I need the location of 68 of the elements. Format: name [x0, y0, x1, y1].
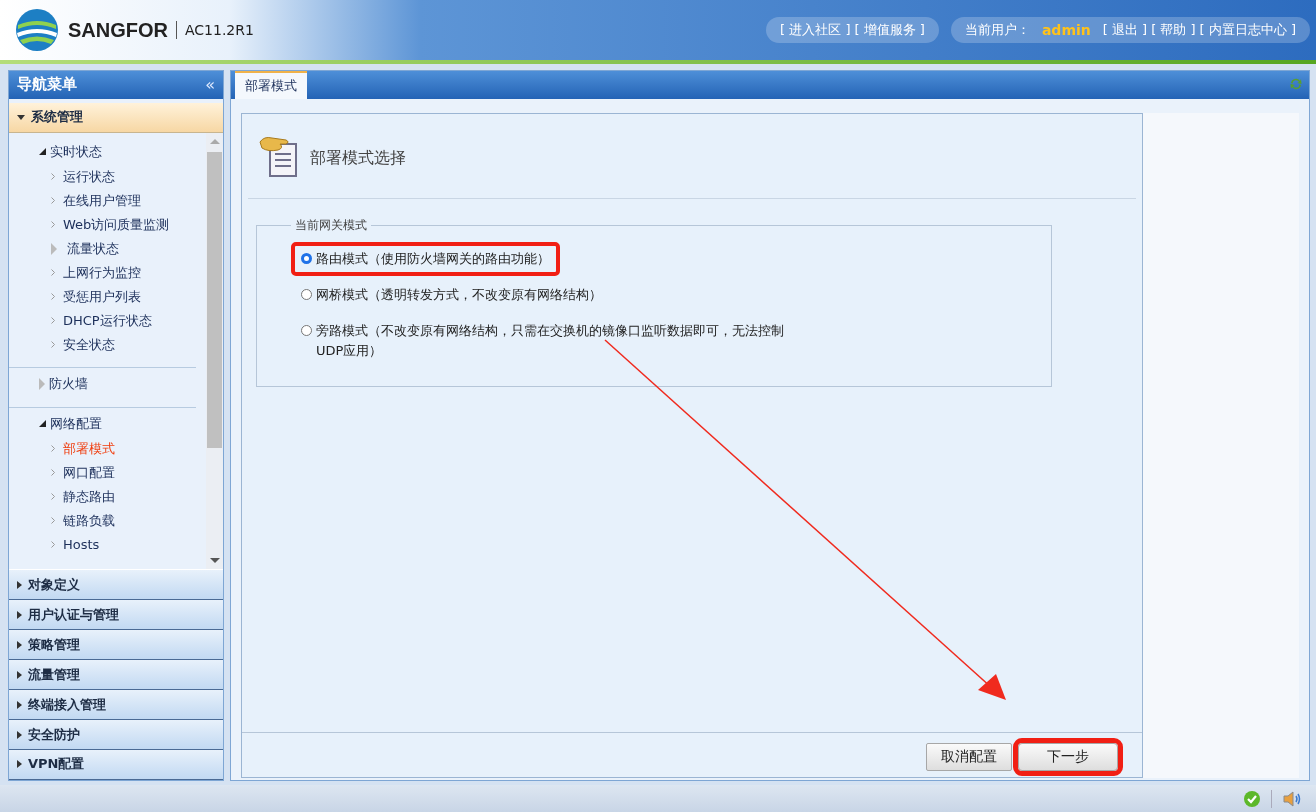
tab[interactable]: 部署模式	[235, 71, 307, 99]
menu-section[interactable]: 系统管理	[9, 102, 223, 133]
tree-item[interactable]: 运行状态	[9, 164, 206, 189]
menu-section[interactable]: 对象定义	[9, 570, 223, 601]
chevron-icon	[51, 173, 55, 181]
tree-item[interactable]: 部署模式	[9, 436, 206, 461]
form-button[interactable]: 取消配置	[926, 743, 1012, 771]
triangle-icon	[39, 148, 46, 156]
radio-option[interactable]: 网桥模式（透明转发方式，不改变原有网络结构）	[291, 278, 811, 312]
chevron-icon	[51, 269, 55, 277]
menu-section[interactable]: 策略管理	[9, 630, 223, 661]
tree-item[interactable]: 上网行为监控	[9, 260, 206, 285]
menu-section[interactable]: 终端接入管理	[9, 690, 223, 721]
section-heading: 部署模式选择	[310, 147, 406, 169]
tree-item[interactable]: Web访问质量监测	[9, 212, 206, 237]
user-name: admin	[1041, 22, 1091, 38]
triangle-icon	[51, 242, 57, 255]
triangle-icon	[39, 420, 46, 428]
tree-item[interactable]: 网口配置	[9, 460, 206, 485]
radio-button[interactable]	[301, 253, 312, 264]
tree-item[interactable]: Hosts	[9, 532, 206, 557]
version-label: AC11.2R1	[185, 22, 254, 38]
triangle-icon	[17, 114, 25, 120]
chevron-icon	[51, 317, 55, 325]
speaker-icon[interactable]	[1282, 789, 1302, 808]
tree-item[interactable]: DHCP运行状态	[9, 308, 206, 333]
user-label: 当前用户：	[964, 21, 1030, 39]
triangle-icon	[17, 640, 22, 649]
radio-button[interactable]	[301, 289, 312, 300]
tree-item[interactable]: 安全状态	[9, 332, 206, 357]
chevron-icon	[51, 197, 55, 205]
menu-section[interactable]: 流量管理	[9, 660, 223, 691]
chevron-icon	[51, 493, 55, 501]
tree-group[interactable]: 防火墙	[9, 370, 206, 397]
fieldset-legend: 当前网关模式	[291, 217, 371, 234]
triangle-icon	[17, 730, 22, 739]
triangle-icon	[17, 610, 22, 619]
triangle-icon	[17, 760, 22, 769]
chevron-icon	[51, 445, 55, 453]
triangle-icon	[17, 580, 22, 589]
menu-section[interactable]: 安全防护	[9, 720, 223, 750]
chevron-icon	[51, 221, 55, 229]
radio-option[interactable]: 旁路模式（不改变原有网络结构，只需在交换机的镜像口监听数据即可，无法控制UDP应用）	[291, 314, 811, 368]
scrollbar[interactable]	[206, 132, 223, 570]
chevron-icon	[51, 517, 55, 525]
tree-item[interactable]: 静态路由	[9, 484, 206, 509]
chevron-icon	[51, 341, 55, 349]
radio-option[interactable]: 路由模式（使用防火墙网关的路由功能）	[291, 242, 560, 276]
radio-button[interactable]	[301, 325, 312, 336]
chevron-icon	[51, 469, 55, 477]
brand-name: SANGFOR	[68, 18, 168, 42]
collapse-button[interactable]: «	[205, 75, 215, 95]
sidebar-title: 导航菜单	[17, 75, 77, 95]
triangle-icon	[39, 377, 45, 390]
menu-section[interactable]: VPN配置	[9, 750, 223, 780]
globe-logo-icon	[14, 7, 60, 53]
tree-item[interactable]: 链路负载	[9, 508, 206, 533]
check-icon	[1243, 789, 1261, 808]
tree-item[interactable]: 在线用户管理	[9, 188, 206, 213]
menu-section[interactable]: 用户认证与管理	[9, 600, 223, 631]
tree-item[interactable]: 受惩用户列表	[9, 284, 206, 309]
tree-group[interactable]: 网络配置	[9, 410, 206, 437]
tree-group[interactable]: 实时状态	[9, 138, 206, 165]
chevron-icon	[51, 541, 55, 549]
triangle-icon	[17, 700, 22, 709]
triangle-icon	[17, 670, 22, 679]
tree-item[interactable]: 流量状态	[9, 236, 206, 261]
chevron-icon	[51, 293, 55, 301]
